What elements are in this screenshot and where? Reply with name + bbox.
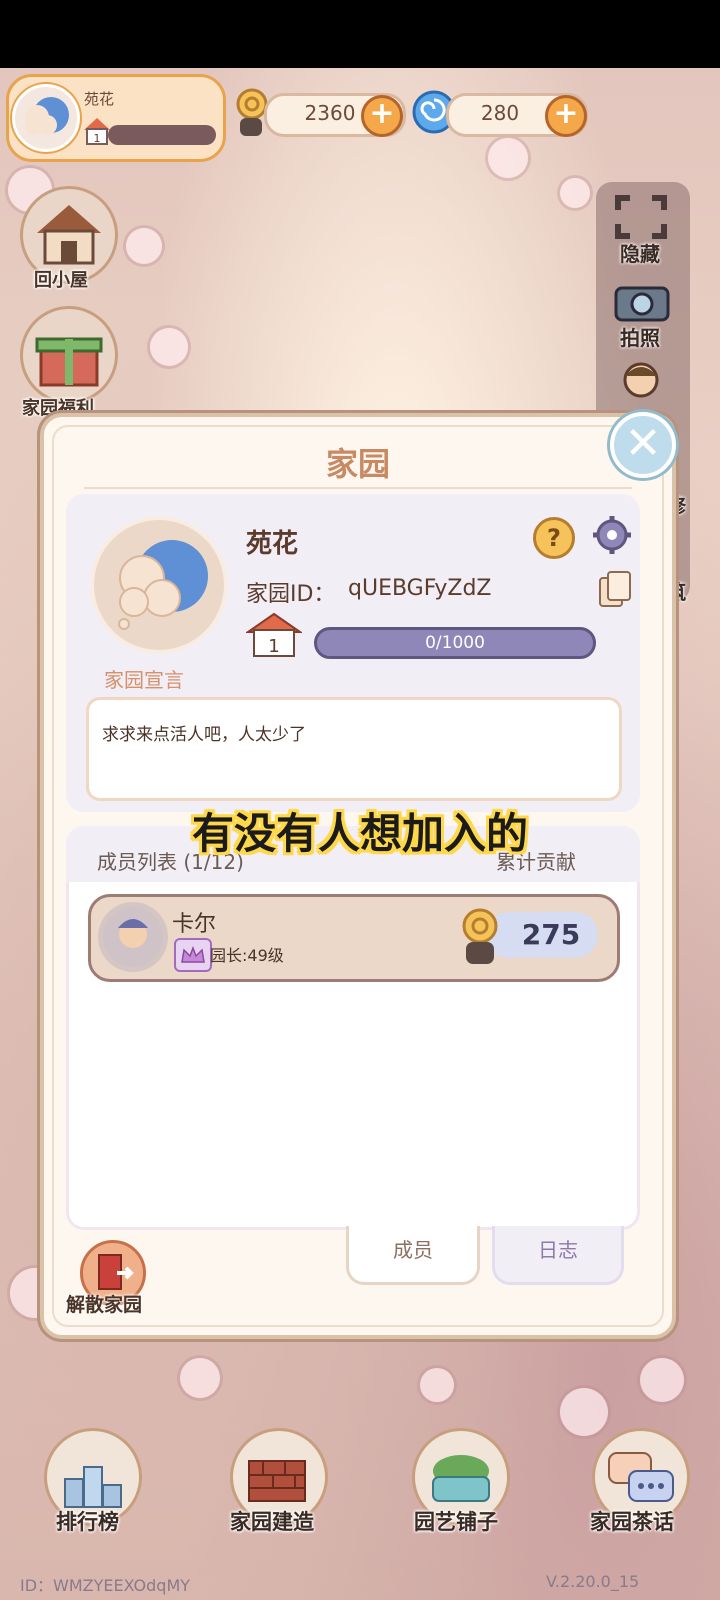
leader-crown-icon [174, 938, 212, 972]
player-level: 1 [94, 132, 101, 145]
video-caption: 有没有人想加入的 [191, 809, 528, 858]
player-exp-bar [108, 125, 216, 145]
disband-garden-label: 解散家园 [66, 1294, 143, 1316]
garden-shop-label: 园艺铺子 [414, 1510, 498, 1534]
player-name: 苑花 [84, 90, 115, 108]
hide-ui-label: 隐藏 [620, 242, 660, 266]
blossom-decoration [560, 1388, 608, 1436]
character-portrait-icon [103, 907, 163, 967]
garden-build-label: 家园建造 [230, 1510, 314, 1534]
title-divider [84, 487, 632, 489]
cloud-garden-icon [118, 540, 208, 630]
garden-welfare-button[interactable] [20, 306, 118, 404]
version-footer: V.2.20.0_15 [546, 1572, 640, 1591]
tab-log[interactable]: 日志 [492, 1226, 624, 1285]
garden-chat-label: 家园茶话 [590, 1510, 674, 1534]
camera-icon[interactable] [612, 280, 672, 324]
add-gems-button[interactable]: + [545, 95, 587, 137]
take-photo-label: 拍照 [620, 326, 660, 350]
copy-id-icon[interactable] [598, 570, 632, 608]
return-home-label: 回小屋 [34, 270, 88, 291]
blossom-decoration [180, 1358, 220, 1398]
garden-level-icon: 1 [246, 612, 302, 657]
garden-id-value: qUEBGFyZdZ [348, 576, 492, 601]
settings-gear-icon[interactable] [592, 515, 632, 555]
dialog-title: 家园 [325, 445, 390, 483]
member-list-panel [66, 826, 640, 1230]
character-icon[interactable] [616, 358, 666, 408]
garden-id-label: 家园ID： [246, 582, 336, 607]
blossom-decoration [420, 1368, 454, 1402]
ranking-label: 排行榜 [56, 1510, 119, 1534]
garden-level: 1 [268, 636, 279, 657]
garden-name: 苑花 [246, 529, 299, 559]
gift-box-icon [35, 337, 103, 387]
hide-ui-icon[interactable] [614, 194, 668, 240]
blossom-decoration [126, 228, 162, 264]
tab-members[interactable]: 成员 [346, 1226, 480, 1285]
member-name: 卡尔 [172, 912, 217, 937]
close-button[interactable]: ✕ [610, 412, 676, 478]
manifesto-box[interactable] [86, 697, 622, 801]
blossom-decoration [150, 328, 188, 366]
house-level-icon: 1 [84, 118, 110, 145]
player-avatar[interactable] [12, 84, 80, 152]
blossom-decoration [640, 1358, 684, 1402]
member-contribution: 275 [521, 918, 581, 951]
manifesto-label: 家园宣言 [104, 668, 184, 692]
blossom-decoration [560, 178, 590, 208]
gem-value: 280 [480, 101, 520, 125]
add-coins-button[interactable]: + [361, 95, 403, 137]
cloud-avatar-icon [25, 97, 69, 135]
garden-avatar[interactable] [90, 516, 228, 654]
player-id-footer: ID：WMZYEEXOdqMY [20, 1576, 191, 1595]
garden-exp-bar: 0/1000 [314, 627, 596, 659]
member-avatar [98, 902, 168, 972]
help-icon[interactable]: ? [533, 517, 575, 559]
member-role: 园长:49级 [210, 946, 284, 965]
manifesto-text: 求求来点活人吧，人太少了 [102, 725, 306, 745]
blossom-decoration [488, 138, 528, 178]
